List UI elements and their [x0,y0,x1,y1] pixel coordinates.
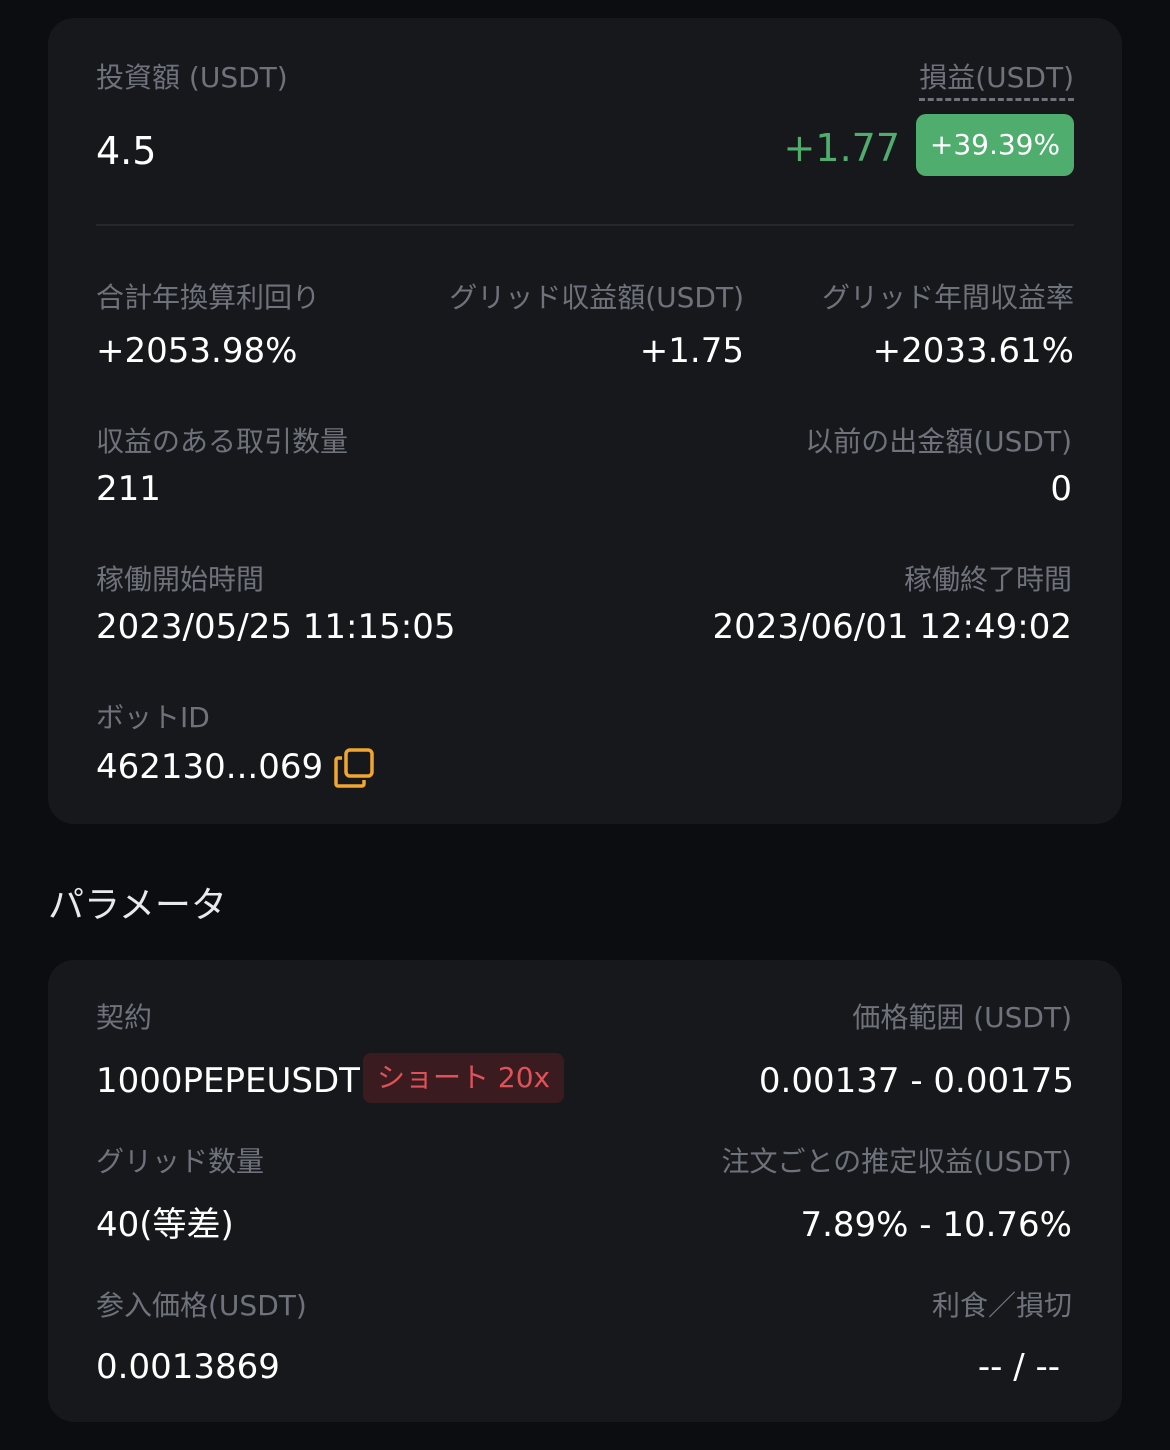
annual-yield-value: +2053.98% [96,331,298,371]
pnl-percent-badge: +39.39% [916,114,1074,176]
investment-label: 投資額 (USDT) [96,61,288,94]
tp-sl-label: 利食／損切 [931,1289,1072,1322]
price-range-label: 価格範囲 (USDT) [852,1001,1072,1034]
annual-yield-label: 合計年換算利回り [96,281,321,314]
pnl-label[interactable]: 損益(USDT) [919,64,1074,101]
end-time-label: 稼働終了時間 [903,563,1072,596]
copy-icon[interactable] [332,746,376,790]
params-section-title: パラメータ [48,885,227,926]
entry-price-value: 0.0013869 [96,1347,280,1387]
end-time-value: 2023/06/01 12:49:02 [712,607,1072,647]
prev-withdraw-value: 0 [1050,469,1072,509]
pnl-value: +1.77 [783,126,900,170]
params-card: 契約 1000PEPEUSDT ショート 20x 価格範囲 (USDT) 0.0… [48,960,1122,1422]
summary-card: 投資額 (USDT) 4.5 損益(USDT) +1.77 +39.39% 合計… [48,18,1122,824]
bot-id-label: ボットID [96,701,210,734]
divider [96,224,1074,226]
short-leverage-tag: ショート 20x [363,1053,565,1103]
grid-annual-rate-value: +2033.61% [872,331,1074,371]
est-profit-value: 7.89% - 10.76% [800,1205,1072,1245]
grid-count-label: グリッド数量 [96,1145,265,1178]
contract-label: 契約 [96,1001,153,1034]
bot-id-value: 462130...069 [96,747,324,787]
grid-profit-label: グリッド収益額(USDT) [449,281,744,314]
entry-price-label: 参入価格(USDT) [96,1289,307,1322]
tp-sl-value[interactable]: -- / -- [978,1350,1060,1384]
start-time-value: 2023/05/25 11:15:05 [96,607,456,647]
grid-annual-rate-label: グリッド年間収益率 [821,281,1074,314]
price-range-value: 0.00137 - 0.00175 [758,1061,1074,1101]
profitable-trades-label: 収益のある取引数量 [96,425,349,458]
grid-count-value: 40(等差) [96,1205,234,1245]
contract-value: 1000PEPEUSDT [96,1061,360,1101]
profitable-trades-value: 211 [96,469,161,509]
grid-profit-value: +1.75 [639,331,744,371]
prev-withdraw-label: 以前の出金額(USDT) [805,425,1072,458]
est-profit-label: 注文ごとの推定収益(USDT) [721,1145,1072,1178]
investment-value: 4.5 [96,129,157,173]
start-time-label: 稼働開始時間 [96,563,265,596]
